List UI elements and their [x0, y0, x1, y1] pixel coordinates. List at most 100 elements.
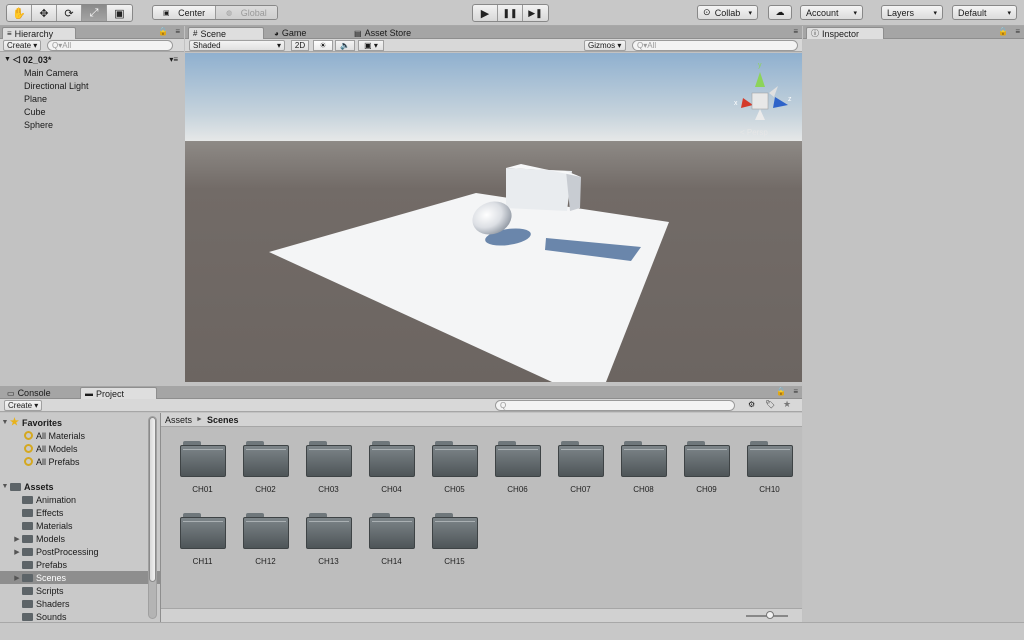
assets-header[interactable]: ▼ Assets	[0, 480, 160, 493]
hierarchy-item[interactable]: Directional Light	[0, 79, 184, 92]
scene-folder-ch02[interactable]: CH02	[234, 439, 297, 494]
chevron-down-icon: ▾	[276, 41, 281, 50]
pause-button[interactable]: ❚❚	[498, 5, 523, 21]
scene-folder-ch14[interactable]: CH14	[360, 511, 423, 566]
rect-tool-button[interactable]: ▣	[107, 5, 132, 21]
scene-viewport[interactable]: y x z < Persp	[185, 53, 802, 382]
hierarchy-item[interactable]: Plane	[0, 92, 184, 105]
folder-icon	[22, 586, 33, 595]
tab-project-label: Project	[96, 388, 125, 399]
favorite-star-icon[interactable]: ★	[783, 399, 791, 410]
step-icon: ▶❚	[528, 7, 543, 18]
filter-by-type-icon[interactable]: ⚙	[748, 400, 755, 409]
scene-folder-ch07[interactable]: CH07	[549, 439, 612, 494]
breadcrumb-scenes[interactable]: Scenes	[207, 415, 239, 425]
favorites-header[interactable]: ▼ ★ Favorites	[0, 416, 160, 429]
icon-size-slider-knob[interactable]	[766, 611, 774, 619]
scene-folder-ch13[interactable]: CH13	[297, 511, 360, 566]
tree-scrollbar[interactable]	[148, 416, 157, 619]
favorite-item[interactable]: All Materials	[0, 429, 160, 442]
scene-folder-ch05[interactable]: CH05	[423, 439, 486, 494]
pivot-center-button[interactable]: ▣ Center	[153, 6, 215, 19]
scene-effects-dropdown[interactable]: ▣ ▾	[358, 40, 384, 51]
tab-scene[interactable]: # Scene	[188, 27, 264, 39]
breadcrumb-assets[interactable]: Assets	[165, 415, 192, 425]
cloud-button[interactable]: ☁	[768, 5, 792, 20]
asset-folder-animation[interactable]: Animation	[0, 493, 160, 506]
lock-icon[interactable]: 🔒	[776, 387, 786, 396]
toggle-2d-button[interactable]: 2D	[291, 40, 309, 51]
lock-icon[interactable]: 🔒	[158, 27, 168, 36]
scene-folder-ch01[interactable]: CH01	[171, 439, 234, 494]
play-button[interactable]: ▶	[473, 5, 498, 21]
console-icon: ▭	[7, 388, 15, 398]
asset-folder-materials[interactable]: Materials	[0, 519, 160, 532]
hierarchy-item[interactable]: Sphere	[0, 118, 184, 131]
expand-arrow-icon[interactable]: ▶	[12, 535, 22, 543]
tab-game[interactable]: ◕ Game	[270, 27, 310, 39]
scale-tool-button[interactable]: ⤢	[82, 5, 107, 21]
asset-folder-effects[interactable]: Effects	[0, 506, 160, 519]
shading-mode-dropdown[interactable]: Shaded ▾	[189, 40, 285, 51]
hierarchy-search-input[interactable]: Q▾All	[47, 40, 173, 51]
scene-folder-ch11[interactable]: CH11	[171, 511, 234, 566]
layers-dropdown[interactable]: Layers ▾	[881, 5, 943, 20]
tree-scrollbar-thumb[interactable]	[149, 417, 156, 582]
asset-folder-sounds[interactable]: Sounds	[0, 610, 160, 622]
filter-by-label-icon[interactable]: 🏷	[765, 400, 775, 409]
asset-folder-models[interactable]: ▶ Models	[0, 532, 160, 545]
account-dropdown[interactable]: Account ▾	[800, 5, 863, 20]
scene-lighting-toggle[interactable]: ☀	[313, 40, 333, 51]
asset-folder-postprocessing[interactable]: ▶ PostProcessing	[0, 545, 160, 558]
rotate-tool-button[interactable]: ⟳	[57, 5, 82, 21]
globe-icon: ◍	[226, 9, 233, 17]
scene-folder-ch12[interactable]: CH12	[234, 511, 297, 566]
asset-folder-prefabs[interactable]: Prefabs	[0, 558, 160, 571]
panel-menu-icon[interactable]: ≡	[1015, 27, 1020, 36]
favorite-item[interactable]: All Prefabs	[0, 455, 160, 468]
asset-folder-scenes[interactable]: ▶ Scenes	[0, 571, 160, 584]
hand-tool-button[interactable]: ✋	[7, 5, 32, 21]
project-search-input[interactable]: Q	[495, 400, 735, 411]
expand-arrow-icon[interactable]: ▶	[12, 574, 22, 582]
project-subbar: Create ▾ Q ⚙ 🏷 ★	[0, 399, 802, 412]
scene-audio-toggle[interactable]: 🔈	[335, 40, 355, 51]
scene-folder-ch08[interactable]: CH08	[612, 439, 675, 494]
scene-folder-ch10[interactable]: CH10	[738, 439, 801, 494]
hierarchy-item[interactable]: Main Camera	[0, 66, 184, 79]
expand-arrow-icon[interactable]: ▶	[12, 548, 22, 556]
scene-folder-ch03[interactable]: CH03	[297, 439, 360, 494]
space-global-button[interactable]: ◍ Global	[215, 6, 277, 19]
project-create-dropdown[interactable]: Create ▾	[4, 400, 43, 411]
scene-folder-ch04[interactable]: CH04	[360, 439, 423, 494]
projection-label[interactable]: < Persp	[740, 128, 768, 137]
sun-icon: ☀	[319, 41, 327, 50]
layout-dropdown[interactable]: Default ▾	[952, 5, 1017, 20]
project-footer	[161, 608, 802, 622]
asset-folder-scripts[interactable]: Scripts	[0, 584, 160, 597]
step-button[interactable]: ▶❚	[523, 5, 548, 21]
favorite-item[interactable]: All Models	[0, 442, 160, 455]
tab-hierarchy[interactable]: ≡ Hierarchy	[2, 27, 76, 39]
gizmos-dropdown[interactable]: Gizmos ▾	[584, 40, 626, 51]
scene-root-row[interactable]: ▼ ◁ 02_03* ▾≡	[0, 53, 184, 66]
panel-menu-icon[interactable]: ≡	[175, 27, 180, 36]
tab-project[interactable]: ▬ Project	[80, 387, 157, 399]
tab-inspector[interactable]: ⓘ Inspector	[806, 27, 884, 39]
panel-menu-icon[interactable]: ≡	[793, 27, 798, 36]
tab-console[interactable]: ▭ Console	[3, 387, 55, 399]
hierarchy-item[interactable]: Cube	[0, 105, 184, 118]
scene-folder-ch15[interactable]: CH15	[423, 511, 486, 566]
scene-folder-ch06[interactable]: CH06	[486, 439, 549, 494]
scene-folder-ch09[interactable]: CH09	[675, 439, 738, 494]
move-tool-button[interactable]: ✥	[32, 5, 57, 21]
hierarchy-create-dropdown[interactable]: Create ▾	[3, 40, 42, 51]
tab-asset-store[interactable]: ▤ Asset Store	[350, 27, 415, 39]
asset-folder-shaders[interactable]: Shaders	[0, 597, 160, 610]
scene-menu-icon[interactable]: ▾≡	[169, 55, 178, 64]
lock-icon[interactable]: 🔒	[998, 27, 1008, 36]
folder-label: CH10	[759, 485, 780, 494]
scene-search-input[interactable]: Q▾All	[632, 40, 798, 51]
collab-dropdown[interactable]: ⊙ Collab ▾	[697, 5, 758, 20]
panel-menu-icon[interactable]: ≡	[793, 387, 798, 396]
